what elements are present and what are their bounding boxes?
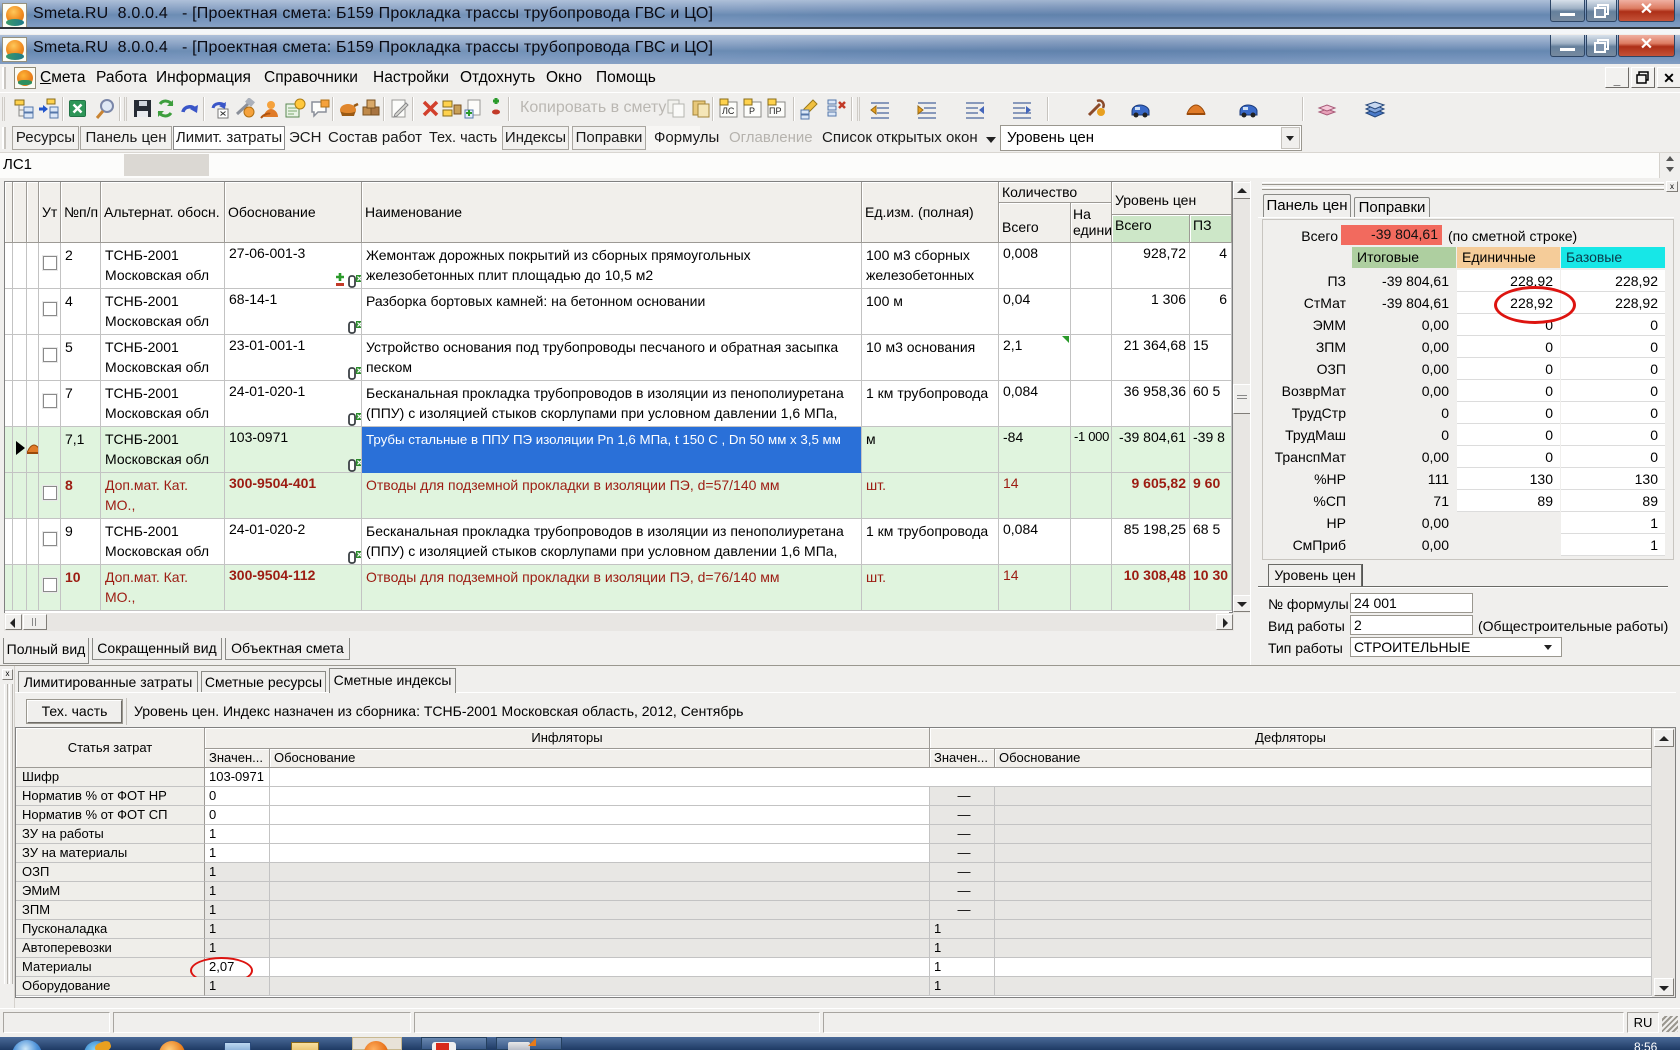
svg-text:ПР: ПР: [769, 106, 781, 116]
svg-text:ЛС: ЛС: [722, 106, 735, 116]
svg-text:Р: Р: [749, 106, 755, 116]
